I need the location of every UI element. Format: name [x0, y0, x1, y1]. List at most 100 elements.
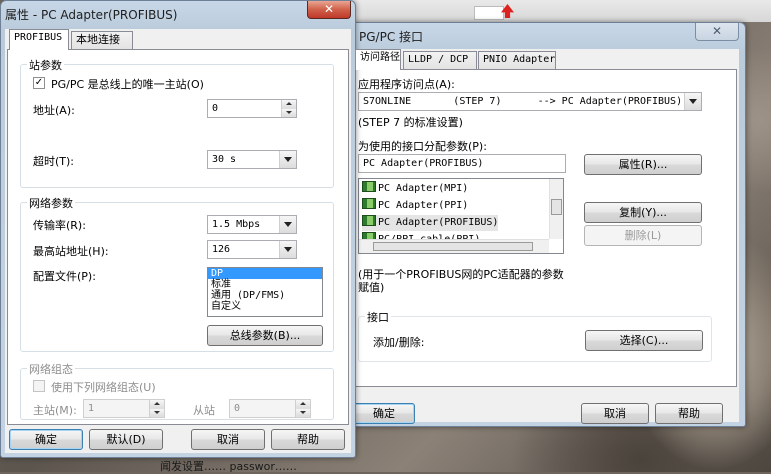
spin-down-icon[interactable] — [282, 108, 296, 117]
properties-button-label: 属性(R)... — [618, 158, 668, 171]
tab-profibus-label: PROFIBUS — [14, 32, 63, 43]
bus-params-label: 总线参数(B)... — [229, 329, 301, 342]
slave-label: 从站 — [193, 404, 215, 417]
master-value: 1 — [88, 403, 95, 414]
timeout-select[interactable]: 30 s — [207, 150, 297, 169]
chevron-down-icon — [279, 216, 296, 233]
tab-pnio-adapter[interactable]: PNIO Adapter — [478, 51, 556, 69]
tab-local-connection[interactable]: 本地连接 — [71, 31, 133, 49]
scroll-thumb[interactable] — [373, 242, 533, 251]
interface-list[interactable]: PC Adapter(MPI) PC Adapter(PPI) PC Adapt… — [358, 178, 564, 254]
background-window-strip — [350, 0, 771, 22]
bus-params-button[interactable]: 总线参数(B)... — [207, 325, 323, 346]
pgpc-help-label: 帮助 — [678, 407, 700, 420]
access-point-value: S7ONLINE (STEP 7) --> PC Adapter(PROFIBU… — [363, 96, 683, 107]
delete-button[interactable]: 删除(L) — [584, 225, 702, 246]
param-assign-field[interactable]: PC Adapter(PROFIBUS) — [358, 154, 566, 173]
access-point-select[interactable]: S7ONLINE (STEP 7) --> PC Adapter(PROFIBU… — [358, 92, 702, 111]
scroll-thumb[interactable] — [551, 199, 562, 215]
network-params-label: 网络参数 — [27, 195, 75, 211]
pgpc-interface-window: PG/PC 接口 ✕ 访问路径 LLDP / DCP PNIO Adapter … — [350, 22, 746, 427]
properties-button[interactable]: 属性(R)... — [584, 154, 702, 175]
background-white-box — [474, 6, 504, 20]
interfaces-group-label: 接口 — [365, 309, 391, 325]
spin-up-icon[interactable] — [296, 400, 310, 409]
network-adapter-icon — [362, 215, 376, 226]
only-master-checkbox[interactable]: ✓ — [33, 77, 45, 89]
network-topology-label: 网络组态 — [27, 361, 75, 377]
master-stepper[interactable]: 1 — [83, 399, 165, 418]
chevron-down-icon — [684, 93, 701, 110]
properties-client-area: PROFIBUS 本地连接 站参数 ✓ PG/PC 是总线上的唯一主站(O) 地… — [5, 29, 351, 453]
spin-buttons[interactable] — [295, 400, 310, 417]
param-assign-label: 为使用的接口分配参数(P): — [358, 140, 487, 153]
address-label: 地址(A): — [33, 104, 75, 117]
profile-item-universal[interactable]: 通用 (DP/FMS) — [208, 290, 322, 301]
delete-button-label: 删除(L) — [624, 229, 662, 242]
props-cancel-button[interactable]: 取消 — [191, 429, 265, 450]
spin-buttons[interactable] — [281, 100, 296, 117]
timeout-value: 30 s — [212, 154, 237, 165]
profile-item-custom[interactable]: 自定义 — [208, 301, 322, 312]
pgpc-help-button[interactable]: 帮助 — [655, 403, 723, 424]
props-default-button[interactable]: 默认(D) — [89, 429, 163, 450]
interface-list-hscroll[interactable] — [359, 239, 549, 253]
address-stepper[interactable]: 0 — [207, 99, 297, 118]
spin-buttons[interactable] — [149, 400, 164, 417]
list-item-label: PC Adapter(PROFIBUS) — [378, 217, 499, 228]
pgpc-client-area: 访问路径 LLDP / DCP PNIO Adapter 应用程序访问点(A):… — [351, 49, 739, 424]
highest-address-select[interactable]: 126 — [207, 240, 297, 259]
spin-down-icon[interactable] — [150, 408, 164, 417]
pgpc-cancel-button[interactable]: 取消 — [581, 403, 649, 424]
interface-description: (用于一个PROFIBUS网的PC适配器的参数赋值) — [358, 268, 564, 294]
select-button[interactable]: 选择(C)... — [585, 330, 703, 351]
list-item-selected[interactable]: PC Adapter(PROFIBUS) — [362, 215, 499, 231]
highest-address-label: 最高站地址(H): — [33, 245, 109, 258]
tab-access-path-label: 访问路径 — [360, 52, 400, 63]
baud-rate-select[interactable]: 1.5 Mbps — [207, 215, 297, 234]
list-item-label: PC Adapter(MPI) — [378, 183, 469, 194]
props-ok-label: 确定 — [35, 433, 57, 446]
profile-item-standard[interactable]: 标准 — [208, 279, 322, 290]
chevron-down-icon — [279, 241, 296, 258]
add-remove-label: 添加/删除: — [373, 336, 425, 349]
network-adapter-icon — [362, 181, 376, 192]
list-item[interactable]: PC Adapter(PPI) — [362, 198, 468, 214]
close-icon[interactable]: ✕ — [307, 1, 351, 19]
address-value: 0 — [212, 103, 219, 114]
tab-profibus[interactable]: PROFIBUS — [9, 29, 69, 50]
copy-button-label: 复制(Y)... — [619, 206, 667, 219]
pgpc-ok-label: 确定 — [373, 407, 395, 420]
profile-item-dp[interactable]: DP — [208, 268, 322, 279]
profile-label: 配置文件(P): — [33, 270, 96, 283]
profibus-pane: 站参数 ✓ PG/PC 是总线上的唯一主站(O) 地址(A): 0 超时(T):… — [7, 49, 349, 425]
interface-list-vscroll[interactable] — [549, 179, 563, 239]
props-help-button[interactable]: 帮助 — [271, 429, 345, 450]
tab-local-connection-label: 本地连接 — [76, 33, 120, 46]
spin-down-icon[interactable] — [296, 408, 310, 417]
use-topology-checkbox[interactable] — [33, 380, 45, 392]
access-point-description: (STEP 7 的标准设置) — [358, 116, 463, 129]
spin-up-icon[interactable] — [282, 100, 296, 109]
slave-stepper[interactable]: 0 — [229, 399, 311, 418]
network-params-group: 网络参数 传输率(R): 1.5 Mbps 最高站地址(H): 126 配置文件… — [20, 195, 334, 352]
copy-button[interactable]: 复制(Y)... — [584, 202, 702, 223]
properties-window-title: 属性 - PC Adapter(PROFIBUS) — [5, 8, 178, 22]
profile-listbox[interactable]: DP 标准 通用 (DP/FMS) 自定义 — [207, 267, 323, 317]
pgpc-ok-button[interactable]: 确定 — [353, 403, 415, 424]
tab-lldp-dcp[interactable]: LLDP / DCP — [403, 51, 477, 69]
network-topology-group: 网络组态 使用下列网络组态(U) 主站(M): 1 从站 0 — [20, 361, 334, 420]
props-help-label: 帮助 — [297, 433, 319, 446]
pgpc-window-title: PG/PC 接口 — [359, 30, 424, 44]
props-cancel-label: 取消 — [217, 433, 239, 446]
close-symbol: ✕ — [323, 2, 335, 16]
spin-up-icon[interactable] — [150, 400, 164, 409]
props-ok-button[interactable]: 确定 — [9, 429, 83, 450]
list-item[interactable]: PC Adapter(MPI) — [362, 181, 468, 197]
pgpc-close-button[interactable]: ✕ — [695, 23, 739, 41]
timeout-label: 超时(T): — [33, 155, 75, 168]
access-path-pane: 应用程序访问点(A): S7ONLINE (STEP 7) --> PC Ada… — [353, 69, 737, 387]
tab-access-path[interactable]: 访问路径 — [355, 49, 401, 70]
props-default-label: 默认(D) — [106, 433, 146, 446]
slave-value: 0 — [234, 403, 241, 414]
